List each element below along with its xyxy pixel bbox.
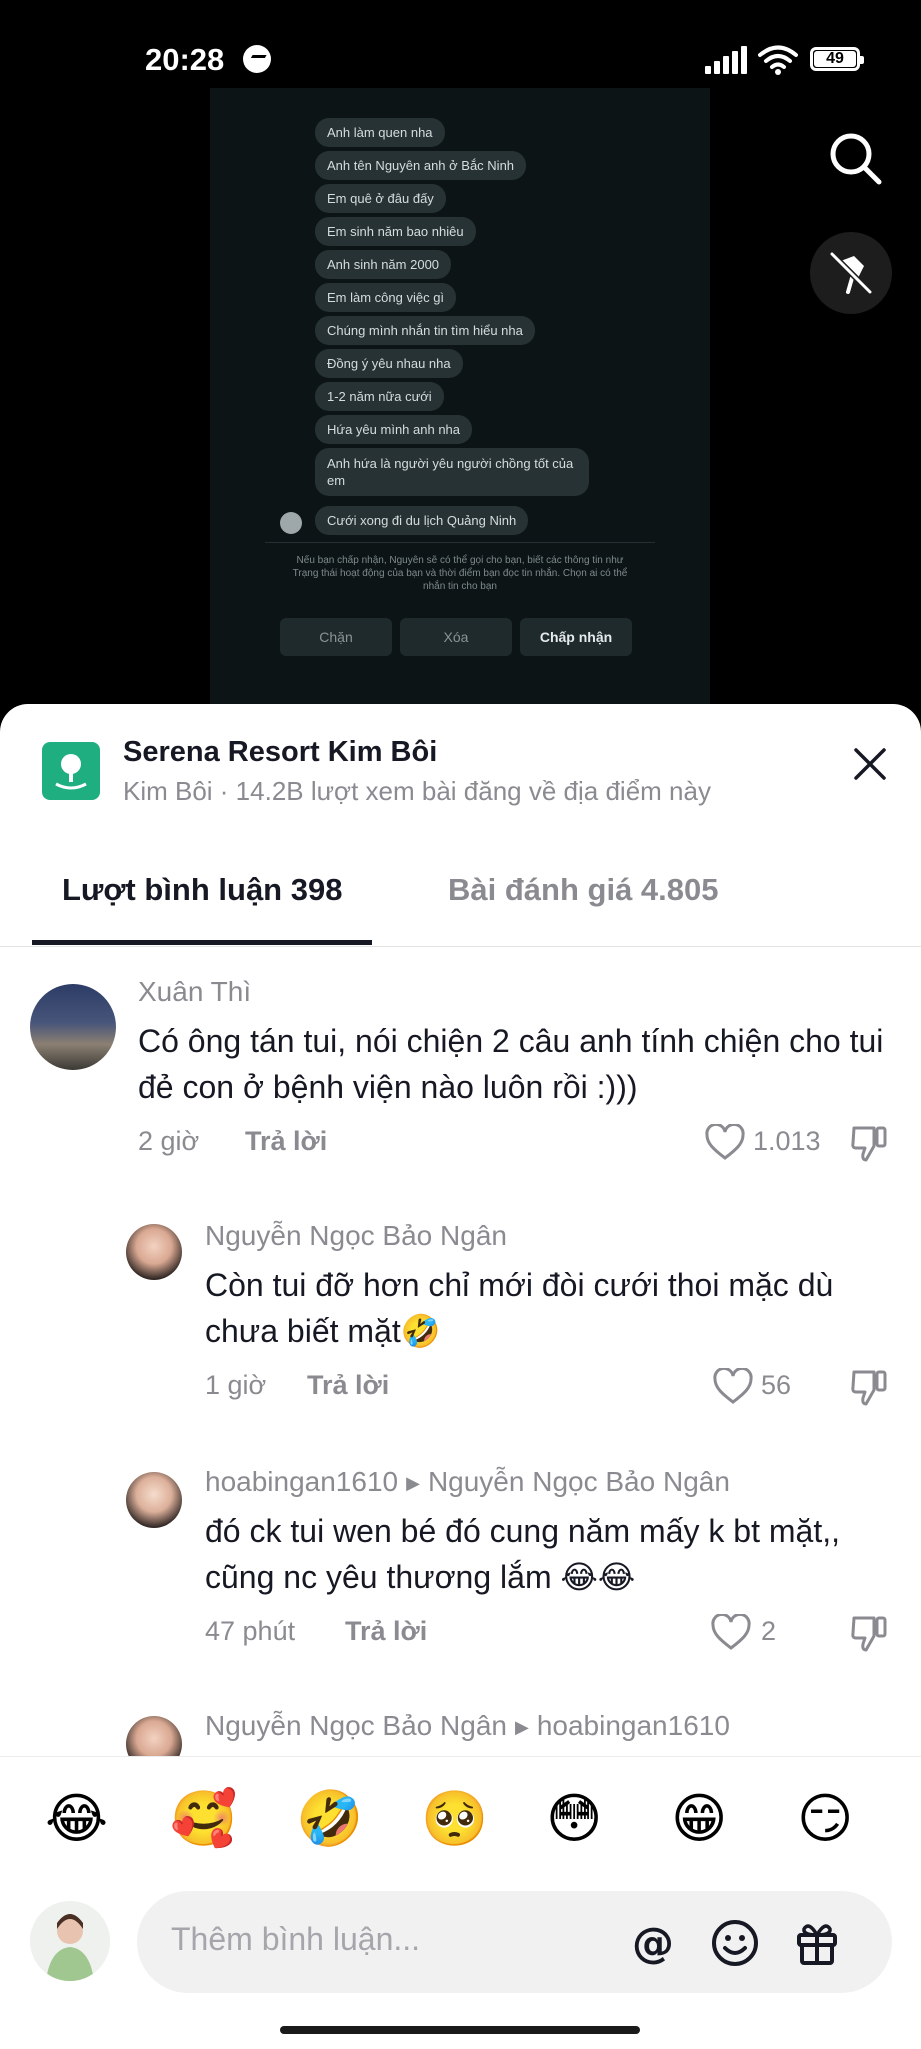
comment-time: 1 giờ bbox=[205, 1370, 267, 1400]
gift-icon[interactable] bbox=[791, 1917, 843, 1969]
heart-icon[interactable] bbox=[711, 1614, 751, 1652]
signal-icon bbox=[705, 46, 747, 74]
status-time: 20:28 bbox=[145, 42, 225, 77]
chat-message: Em làm công việc gì bbox=[315, 283, 457, 312]
place-title[interactable]: Serena Resort Kim Bôi bbox=[123, 736, 437, 769]
comment-author-line: Nguyễn Ngọc Bảo Ngân ▶ hoabingan1610 bbox=[205, 1710, 730, 1742]
comment-author-line: hoabingan1610 ▶ Nguyễn Ngọc Bảo Ngân bbox=[205, 1466, 730, 1498]
avatar[interactable] bbox=[30, 984, 116, 1070]
emoji-flushed[interactable]: 😳 bbox=[546, 1787, 602, 1851]
chat-message: Anh hứa là người yêu người chồng tốt của… bbox=[315, 448, 589, 496]
heart-icon[interactable] bbox=[713, 1368, 753, 1406]
chat-avatar bbox=[280, 512, 302, 534]
tabs: Lượt bình luận 398 Bài đánh giá 4.805 bbox=[0, 854, 921, 947]
like-count: 2 bbox=[761, 1616, 777, 1646]
comment-input-placeholder: Thêm bình luận... bbox=[171, 1921, 421, 1957]
chat-message: Hứa yêu mình anh nha bbox=[315, 415, 473, 444]
reply-button[interactable]: Trả lời bbox=[245, 1126, 327, 1157]
emoji-joy[interactable]: 😂 bbox=[45, 1787, 108, 1851]
search-icon[interactable] bbox=[825, 128, 885, 188]
chat-message: Cưới xong đi du lịch Quảng Ninh bbox=[315, 506, 529, 535]
comment-author[interactable]: Xuân Thì bbox=[138, 976, 251, 1008]
avatar[interactable] bbox=[126, 1224, 182, 1280]
hide-icon[interactable] bbox=[810, 232, 892, 314]
tab-comments[interactable]: Lượt bình luận 398 bbox=[62, 872, 342, 908]
location-pin-icon[interactable] bbox=[42, 742, 100, 800]
wifi-icon bbox=[758, 45, 798, 75]
home-indicator[interactable] bbox=[280, 2026, 640, 2034]
reply-button[interactable]: Trả lời bbox=[307, 1370, 389, 1401]
reply-button[interactable]: Trả lời bbox=[345, 1616, 427, 1647]
accept-button: Chấp nhận bbox=[520, 618, 632, 656]
dislike-icon[interactable] bbox=[848, 1366, 890, 1408]
emoji-smiling-hearts[interactable]: 🥰 bbox=[170, 1787, 237, 1851]
comment-author[interactable]: hoabingan1610 bbox=[205, 1466, 398, 1497]
reply-arrow-icon: ▶ bbox=[406, 1473, 420, 1494]
emoji-smirk[interactable]: 😏 bbox=[797, 1787, 853, 1851]
tab-active-indicator bbox=[32, 940, 372, 945]
comment-text[interactable]: Có ông tán tui, nói chiện 2 câu anh tính… bbox=[138, 1018, 898, 1110]
like-count: 56 bbox=[761, 1370, 792, 1400]
comment-composer: 😂 🥰 🤣 🥺 😳 😁 😏 Thêm bình luận... @ bbox=[0, 1756, 921, 2049]
delete-button: Xóa bbox=[400, 618, 512, 656]
divider bbox=[265, 542, 655, 543]
chat-message: Anh tên Nguyên anh ở Bắc Ninh bbox=[315, 151, 527, 180]
comment-time: 47 phút bbox=[205, 1616, 296, 1646]
avatar[interactable] bbox=[126, 1472, 182, 1528]
comment-input[interactable]: Thêm bình luận... @ bbox=[137, 1891, 892, 1993]
comment-author[interactable]: Nguyễn Ngọc Bảo Ngân bbox=[205, 1710, 507, 1741]
chat-message: Đồng ý yêu nhau nha bbox=[315, 349, 463, 378]
svg-text:@: @ bbox=[632, 1918, 674, 1967]
reply-arrow-icon: ▶ bbox=[514, 1717, 529, 1738]
reply-target[interactable]: Nguyễn Ngọc Bảo Ngân bbox=[428, 1466, 730, 1497]
heart-icon[interactable] bbox=[705, 1124, 745, 1162]
video-preview[interactable]: Anh làm quen nha Anh tên Nguyên anh ở Bắ… bbox=[210, 88, 710, 708]
battery-level: 49 bbox=[814, 51, 856, 67]
block-button: Chặn bbox=[280, 618, 392, 656]
like-count: 1.013 bbox=[753, 1126, 821, 1156]
tab-reviews[interactable]: Bài đánh giá 4.805 bbox=[448, 872, 719, 908]
close-icon[interactable] bbox=[846, 740, 894, 788]
my-avatar bbox=[30, 1901, 110, 1981]
chat-message: Anh làm quen nha bbox=[315, 118, 445, 147]
comment-text[interactable]: Còn tui đỡ hơn chỉ mới đòi cưới thoi mặc… bbox=[205, 1262, 885, 1354]
chat-notice: Nếu bạn chấp nhận, Nguyên sẽ có thể gọi … bbox=[292, 555, 628, 592]
place-subtitle: Kim Bôi · 14.2B lượt xem bài đăng về địa… bbox=[123, 776, 711, 806]
reply-target[interactable]: hoabingan1610 bbox=[537, 1710, 730, 1741]
chat-message: Anh sinh năm 2000 bbox=[315, 250, 452, 279]
emoji-picker-icon[interactable] bbox=[709, 1917, 761, 1969]
chat-message: Chúng mình nhắn tin tìm hiểu nha bbox=[315, 316, 535, 345]
comment-author[interactable]: Nguyễn Ngọc Bảo Ngân bbox=[205, 1220, 507, 1252]
emoji-grin[interactable]: 😁 bbox=[671, 1787, 727, 1851]
emoji-rofl[interactable]: 🤣 bbox=[296, 1787, 363, 1851]
messenger-icon bbox=[243, 45, 271, 73]
dislike-icon[interactable] bbox=[848, 1122, 890, 1164]
dislike-icon[interactable] bbox=[848, 1612, 890, 1654]
mention-icon[interactable]: @ bbox=[627, 1917, 679, 1969]
battery-icon: 49 bbox=[810, 47, 864, 71]
chat-message: Em sinh năm bao nhiêu bbox=[315, 217, 476, 246]
emoji-pleading[interactable]: 🥺 bbox=[421, 1787, 488, 1851]
chat-message: Em quê ở đâu đấy bbox=[315, 184, 446, 213]
comment-text[interactable]: đó ck tui wen bé đó cung năm mấy k bt mặ… bbox=[205, 1508, 885, 1600]
chat-message: 1-2 năm nữa cưới bbox=[315, 382, 444, 411]
comment-time: 2 giờ bbox=[138, 1126, 200, 1156]
